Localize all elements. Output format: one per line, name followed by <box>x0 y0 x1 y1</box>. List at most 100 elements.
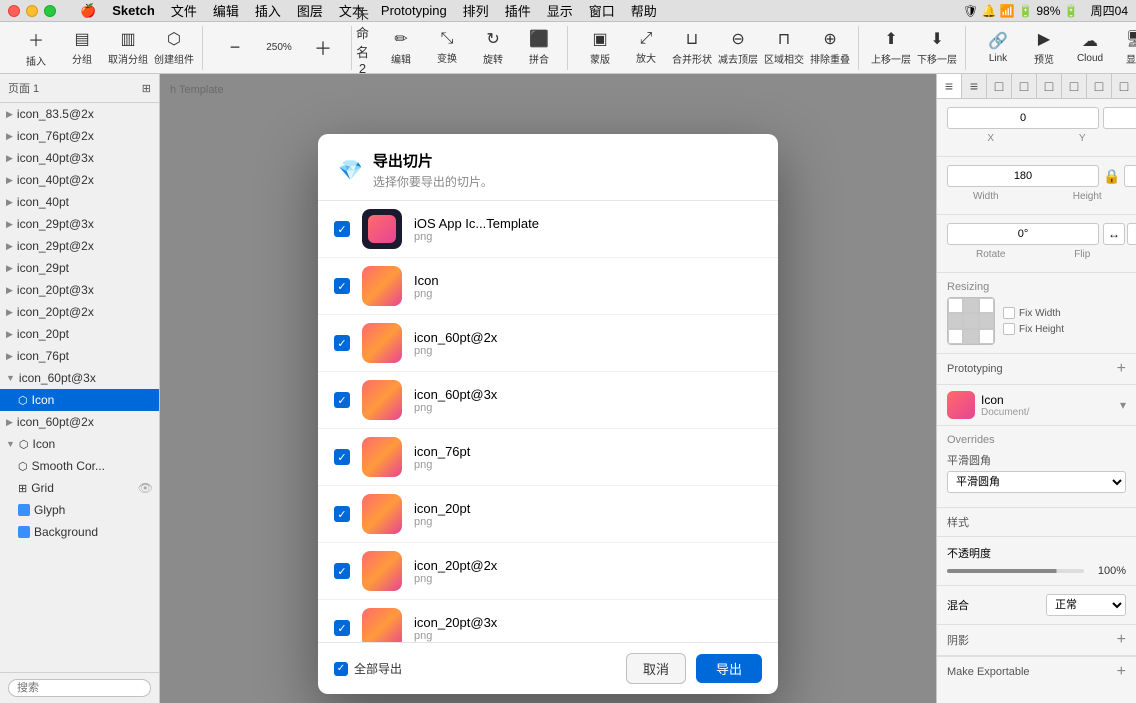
prototyping-add-button[interactable]: + <box>1117 360 1126 378</box>
export-list-item[interactable]: icon_60pt@3x png <box>318 372 778 429</box>
canvas[interactable]: h Template 💎 导出切片 选择你要导出的切片。 <box>160 74 936 703</box>
cloud-button[interactable]: ☁ Cloud <box>1068 26 1112 70</box>
panel-tab-inspect[interactable]: ≡ <box>937 74 962 98</box>
move-up-button[interactable]: ⬆ 上移一层 <box>869 26 913 70</box>
fix-width-checkbox[interactable] <box>1003 307 1015 319</box>
search-input[interactable] <box>8 679 151 697</box>
opacity-slider[interactable] <box>947 569 1084 573</box>
intersect-button[interactable]: ⊓ 区域相交 <box>762 26 806 70</box>
menu-arrange[interactable]: 排列 <box>463 1 489 20</box>
edit-button[interactable]: ✏ 编辑 <box>379 26 423 70</box>
sidebar-item-icon40pt2x[interactable]: ▶ icon_40pt@2x <box>0 169 159 191</box>
create-component-button[interactable]: ⬡ 创建组件 <box>152 26 196 70</box>
link-proportions-icon[interactable]: 🔒 <box>1103 168 1120 185</box>
prototyping-row[interactable]: Icon Document/ ▾ <box>937 385 1136 426</box>
sidebar-item-icon76pt[interactable]: ▶ icon_76pt <box>0 345 159 367</box>
export-list-item[interactable]: icon_20pt@2x png <box>318 543 778 600</box>
export-checkbox[interactable] <box>334 449 350 465</box>
move-down-button[interactable]: ⬇ 下移一层 <box>915 26 959 70</box>
apple-menu[interactable]: 🍎 <box>80 3 96 19</box>
sidebar-item-icon-group[interactable]: ▼ ⬡ Icon <box>0 433 159 455</box>
menu-window[interactable]: 窗口 <box>589 1 615 20</box>
menu-file[interactable]: 文件 <box>171 1 197 20</box>
size-width-input[interactable] <box>947 165 1099 187</box>
ungroup-button[interactable]: ▥ 取消分组 <box>106 26 150 70</box>
sidebar-item-icon60pt2x[interactable]: ▶ icon_60pt@2x <box>0 411 159 433</box>
rotate-input[interactable] <box>947 223 1099 245</box>
export-list-item[interactable]: icon_60pt@2x png <box>318 315 778 372</box>
menu-prototyping[interactable]: Prototyping <box>381 3 447 18</box>
panel-tab-6[interactable]: □ <box>1062 74 1087 98</box>
zoom-display[interactable]: 250% <box>259 26 299 70</box>
sidebar-item-icon29pt2x[interactable]: ▶ icon_29pt@2x <box>0 235 159 257</box>
export-list-item[interactable]: icon_20pt@3x png <box>318 600 778 642</box>
sidebar-item-icon29pt[interactable]: ▶ icon_29pt <box>0 257 159 279</box>
export-list-item[interactable]: Icon png <box>318 258 778 315</box>
link-button[interactable]: 🔗 Link <box>976 26 1020 70</box>
union-button[interactable]: ⊔ 合并形状 <box>670 26 714 70</box>
minimize-button[interactable] <box>26 5 38 17</box>
rotate-button[interactable]: ↻ 旋转 <box>471 26 515 70</box>
position-x-input[interactable] <box>947 107 1099 129</box>
sidebar-item-smooth-cor[interactable]: ⬡ Smooth Cor... <box>0 455 159 477</box>
export-checkbox[interactable] <box>334 335 350 351</box>
flatten-button[interactable]: ⬛ 拼合 <box>517 26 561 70</box>
menu-display[interactable]: 显示 <box>547 1 573 20</box>
panel-tab-2[interactable]: ≡ <box>962 74 987 98</box>
export-checkbox[interactable] <box>334 278 350 294</box>
subtract-button[interactable]: ⊖ 减去顶层 <box>716 26 760 70</box>
menu-edit[interactable]: 编辑 <box>213 1 239 20</box>
export-list-item[interactable]: icon_76pt png <box>318 429 778 486</box>
smooth-corner-select[interactable]: 平滑圆角 <box>947 471 1126 493</box>
export-list-item[interactable]: icon_20pt png <box>318 486 778 543</box>
size-height-input[interactable] <box>1124 165 1136 187</box>
blend-select[interactable]: 正常 <box>1046 594 1126 616</box>
menu-help[interactable]: 帮助 <box>631 1 657 20</box>
flip-horizontal-button[interactable]: ↔ <box>1103 223 1125 245</box>
shadow-add-button[interactable]: + <box>1117 631 1126 649</box>
menu-insert[interactable]: 插入 <box>255 1 281 20</box>
sidebar-item-icon-selected[interactable]: ⬡ Icon <box>0 389 159 411</box>
panel-tab-7[interactable]: □ <box>1087 74 1112 98</box>
panel-tab-8[interactable]: □ <box>1112 74 1136 98</box>
zoom-minus-button[interactable]: − <box>213 26 257 70</box>
select-all-area[interactable]: 全部导出 <box>334 660 402 677</box>
display-button[interactable]: 🖥 显示 <box>1114 26 1136 70</box>
mask-button[interactable]: ▣ 蒙版 <box>578 26 622 70</box>
sidebar-item-background[interactable]: Background <box>0 521 159 543</box>
menu-plugins[interactable]: 插件 <box>505 1 531 20</box>
insert-button[interactable]: ＋ 插入 <box>14 26 58 70</box>
make-exportable-add-button[interactable]: + <box>1117 663 1126 681</box>
sidebar-item-grid[interactable]: ⊞ Grid 👁 <box>0 477 159 499</box>
export-checkbox[interactable] <box>334 620 350 636</box>
sidebar-item-icon40pt3x[interactable]: ▶ icon_40pt@3x <box>0 147 159 169</box>
panel-tab-5[interactable]: □ <box>1037 74 1062 98</box>
page-options-icon[interactable]: ⊞ <box>142 82 151 95</box>
flip-vertical-button[interactable]: ↕ <box>1127 223 1136 245</box>
position-y-input[interactable] <box>1103 107 1136 129</box>
sidebar-item-icon835[interactable]: ▶ icon_83.5@2x <box>0 103 159 125</box>
sidebar-item-icon29pt3x[interactable]: ▶ icon_29pt@3x <box>0 213 159 235</box>
export-confirm-button[interactable]: 导出 <box>696 654 762 683</box>
sidebar-item-icon76pt2x[interactable]: ▶ icon_76pt@2x <box>0 125 159 147</box>
sidebar-item-glyph[interactable]: Glyph <box>0 499 159 521</box>
panel-tab-3[interactable]: □ <box>987 74 1012 98</box>
sidebar-item-icon20pt[interactable]: ▶ icon_20pt <box>0 323 159 345</box>
cancel-button[interactable]: 取消 <box>626 653 686 684</box>
scale-button[interactable]: ⤢ 放大 <box>624 26 668 70</box>
close-button[interactable] <box>8 5 20 17</box>
export-checkbox[interactable] <box>334 221 350 237</box>
panel-tab-4[interactable]: □ <box>1012 74 1037 98</box>
sidebar-item-icon60pt3x[interactable]: ▼ icon_60pt@3x <box>0 367 159 389</box>
export-checkbox[interactable] <box>334 392 350 408</box>
exclude-button[interactable]: ⊕ 排除重叠 <box>808 26 852 70</box>
export-checkbox[interactable] <box>334 563 350 579</box>
zoom-plus-button[interactable]: ＋ <box>301 26 345 70</box>
sidebar-item-icon20pt3x[interactable]: ▶ icon_20pt@3x <box>0 279 159 301</box>
sidebar-item-icon20pt2x[interactable]: ▶ icon_20pt@2x <box>0 301 159 323</box>
menu-layer[interactable]: 图层 <box>297 1 323 20</box>
export-list-item[interactable]: iOS App Ic...Template png <box>318 201 778 258</box>
transform-button[interactable]: ⤡ 变换 <box>425 26 469 70</box>
app-name[interactable]: Sketch <box>112 3 155 18</box>
preview-button[interactable]: ▶ 预览 <box>1022 26 1066 70</box>
